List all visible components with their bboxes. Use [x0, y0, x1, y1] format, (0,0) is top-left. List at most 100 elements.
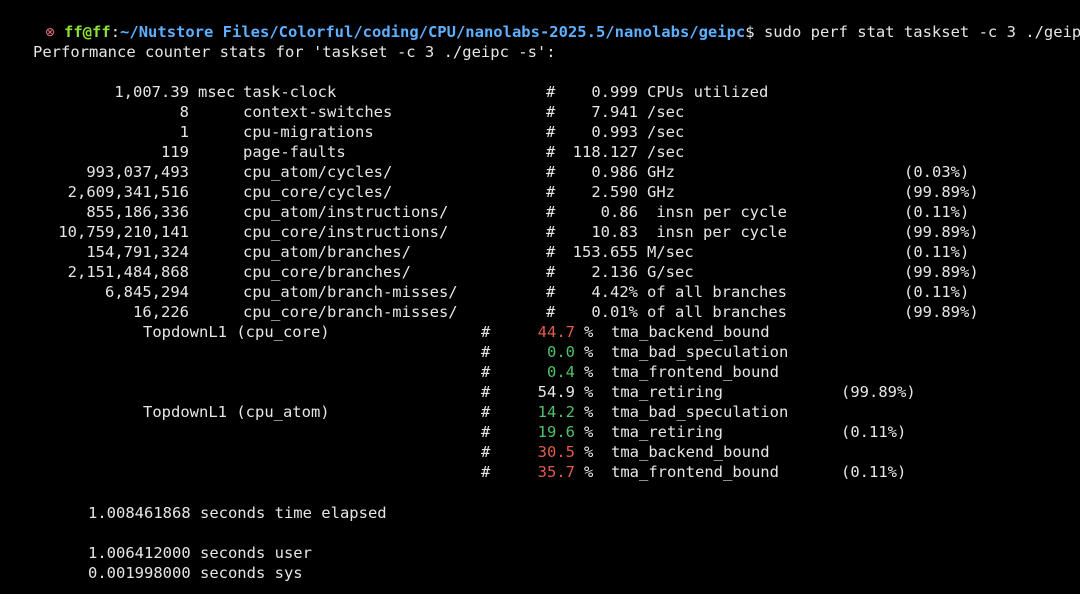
comment-hash: #	[546, 203, 556, 221]
tma-value: 54.9	[537, 383, 575, 401]
counter-value: 2,151,484,868	[67, 263, 189, 281]
user-time: 1.006412000 seconds user	[88, 544, 312, 562]
event-name: cpu_core/branch-misses/	[243, 303, 458, 321]
tma-unit: %	[584, 403, 594, 421]
comment-hash: #	[546, 83, 556, 101]
comment-hash: #	[481, 423, 491, 441]
prompt-dollar: $	[745, 23, 755, 41]
multiplex-percent: (99.89%)	[904, 263, 979, 281]
metric-value: 0.993	[591, 123, 638, 141]
comment-hash: #	[546, 143, 556, 161]
tma-metric-name: tma_frontend_bound	[611, 463, 779, 481]
multiplex-percent: (0.11%)	[904, 283, 970, 301]
counter-value: 993,037,493	[86, 163, 189, 181]
prompt-line: ⊗ ff@ff:~/Nutstore Files/Colorful/coding…	[8, 2, 1080, 41]
metric-unit: M/sec	[647, 243, 694, 261]
tma-unit: %	[584, 363, 594, 381]
metric-value: 118.127	[572, 143, 638, 161]
topdown-group-label: TopdownL1 (cpu_core)	[143, 323, 330, 341]
comment-hash: #	[481, 463, 491, 481]
user-host: ff@ff	[64, 23, 111, 41]
counter-value: 119	[161, 143, 189, 161]
tma-value: 44.7	[537, 323, 575, 341]
tma-metric-name: tma_retiring	[611, 383, 723, 401]
counter-value: 154,791,324	[86, 243, 189, 261]
metric-unit: of all branches	[647, 303, 787, 321]
tma-metric-name: tma_retiring	[611, 423, 723, 441]
counter-value: 8	[179, 103, 189, 121]
multiplex-percent: (99.89%)	[841, 383, 916, 401]
current-path: ~/Nutstore Files/Colorful/coding/CPU/nan…	[120, 23, 746, 41]
tma-metric-name: tma_bad_speculation	[611, 343, 789, 361]
multiplex-percent: (0.11%)	[841, 463, 907, 481]
metric-unit: G/sec	[647, 263, 694, 281]
terminal-window[interactable]: ⊗ ff@ff:~/Nutstore Files/Colorful/coding…	[0, 0, 1080, 594]
counter-value: 1	[179, 123, 189, 141]
event-name: task-clock	[243, 83, 337, 101]
metric-value: 0.86	[600, 203, 638, 221]
comment-hash: #	[481, 323, 491, 341]
comment-hash: #	[546, 283, 556, 301]
error-status-icon: ⊗	[45, 23, 55, 41]
metric-unit: CPUs utilized	[647, 83, 769, 101]
tma-metric-name: tma_bad_speculation	[611, 403, 789, 421]
tma-unit: %	[584, 423, 594, 441]
event-name: cpu_core/cycles/	[243, 183, 393, 201]
tma-metric-name: tma_backend_bound	[611, 443, 770, 461]
metric-unit: GHz	[647, 183, 675, 201]
multiplex-percent: (99.89%)	[904, 223, 979, 241]
tma-unit: %	[584, 443, 594, 461]
metric-unit: /sec	[647, 123, 685, 141]
event-name: cpu_atom/cycles/	[243, 163, 393, 181]
tma-metric-name: tma_backend_bound	[611, 323, 770, 341]
metric-value: 7.941	[591, 103, 638, 121]
metric-value: 10.83	[591, 223, 638, 241]
multiplex-percent: (0.11%)	[841, 423, 907, 441]
comment-hash: #	[546, 303, 556, 321]
counter-value: 1,007.39	[114, 83, 189, 101]
tma-value: 0.0	[547, 343, 575, 361]
elapsed-time: 1.008461868 seconds time elapsed	[88, 504, 387, 522]
command-text: sudo perf stat taskset -c 3 ./geipc -s	[763, 23, 1080, 41]
comment-hash: #	[481, 383, 491, 401]
event-name: page-faults	[243, 143, 346, 161]
comment-hash: #	[546, 243, 556, 261]
metric-unit: of all branches	[647, 283, 787, 301]
multiplex-percent: (0.03%)	[904, 163, 970, 181]
tma-value: 30.5	[537, 443, 575, 461]
event-name: cpu-migrations	[243, 123, 374, 141]
counter-value: 16,226	[133, 303, 189, 321]
sys-time: 0.001998000 seconds sys	[88, 564, 303, 582]
tma-metric-name: tma_frontend_bound	[611, 363, 779, 381]
tma-unit: %	[584, 343, 594, 361]
counter-value: 2,609,341,516	[67, 183, 189, 201]
metric-unit: insn per cycle	[647, 203, 787, 221]
comment-hash: #	[481, 343, 491, 361]
metric-value: 0.01%	[591, 303, 638, 321]
comment-hash: #	[481, 443, 491, 461]
comment-hash: #	[546, 103, 556, 121]
comment-hash: #	[546, 183, 556, 201]
metric-value: 4.42%	[591, 283, 638, 301]
metric-unit: insn per cycle	[647, 223, 787, 241]
tma-unit: %	[584, 463, 594, 481]
event-name: cpu_atom/branch-misses/	[243, 283, 458, 301]
event-name: cpu_atom/instructions/	[243, 203, 449, 221]
tma-value: 14.2	[537, 403, 575, 421]
comment-hash: #	[546, 223, 556, 241]
topdown-group-label: TopdownL1 (cpu_atom)	[143, 403, 330, 421]
counter-value: 855,186,336	[86, 203, 189, 221]
prompt-separator: :	[110, 23, 121, 41]
event-name: cpu_core/branches/	[243, 263, 411, 281]
comment-hash: #	[481, 403, 491, 421]
event-name: cpu_core/instructions/	[243, 223, 449, 241]
metric-unit: /sec	[647, 103, 685, 121]
metric-value: 0.999	[591, 83, 638, 101]
metric-unit: GHz	[647, 163, 675, 181]
comment-hash: #	[546, 163, 556, 181]
event-name: context-switches	[243, 103, 393, 121]
multiplex-percent: (0.11%)	[904, 203, 970, 221]
metric-unit: /sec	[647, 143, 685, 161]
tma-value: 35.7	[537, 463, 575, 481]
counter-unit: msec	[198, 83, 236, 101]
